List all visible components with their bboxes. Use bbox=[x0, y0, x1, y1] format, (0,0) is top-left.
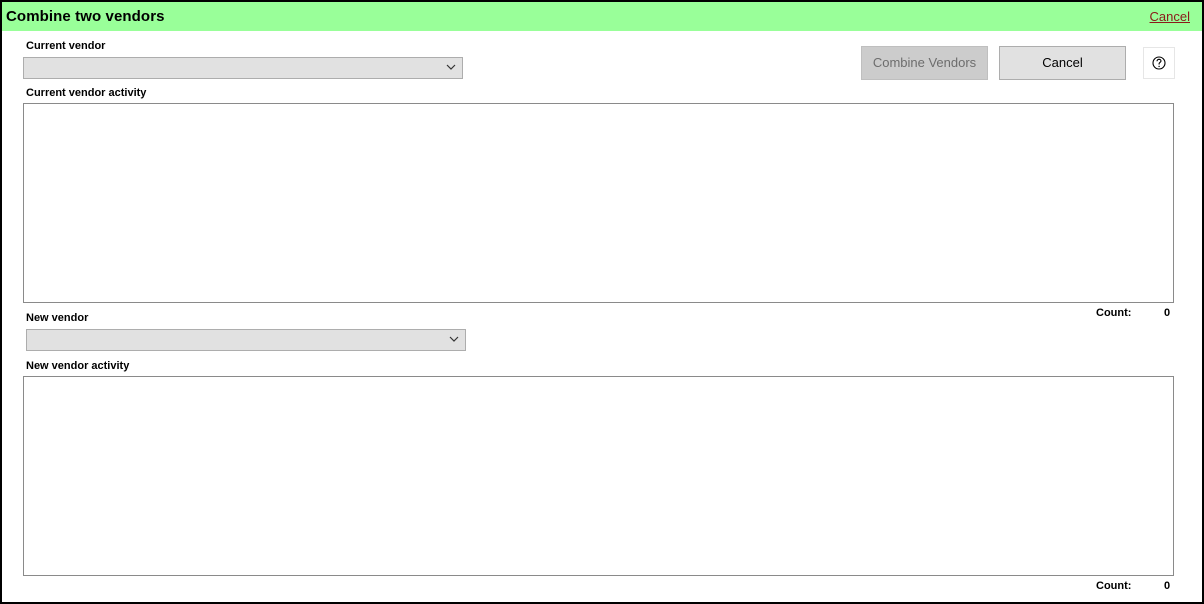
new-vendor-activity-list[interactable] bbox=[23, 376, 1174, 576]
dialog-title: Combine two vendors bbox=[6, 8, 165, 25]
new-vendor-select[interactable] bbox=[26, 329, 466, 351]
help-circle-icon bbox=[1152, 56, 1166, 70]
chevron-down-icon bbox=[449, 336, 459, 342]
current-vendor-select[interactable] bbox=[23, 57, 463, 79]
combine-vendors-dialog: Combine two vendors Cancel Current vendo… bbox=[0, 0, 1204, 604]
new-vendor-activity-label: New vendor activity bbox=[26, 360, 130, 372]
chevron-down-icon bbox=[446, 64, 456, 70]
new-vendor-label: New vendor bbox=[26, 312, 89, 324]
current-count-label: Count: bbox=[1096, 307, 1132, 319]
current-vendor-label: Current vendor bbox=[26, 40, 106, 52]
new-count-value: 0 bbox=[1164, 580, 1171, 592]
current-vendor-activity-list[interactable] bbox=[23, 103, 1174, 303]
combine-vendors-button[interactable]: Combine Vendors bbox=[861, 46, 988, 80]
titlebar-cancel-link[interactable]: Cancel bbox=[1150, 9, 1190, 24]
cancel-button[interactable]: Cancel bbox=[999, 46, 1126, 80]
current-vendor-activity-label: Current vendor activity bbox=[26, 87, 147, 99]
help-button[interactable] bbox=[1143, 47, 1175, 79]
new-count-label: Count: bbox=[1096, 580, 1132, 592]
dialog-titlebar: Combine two vendors Cancel bbox=[2, 2, 1202, 31]
current-count-value: 0 bbox=[1164, 307, 1171, 319]
